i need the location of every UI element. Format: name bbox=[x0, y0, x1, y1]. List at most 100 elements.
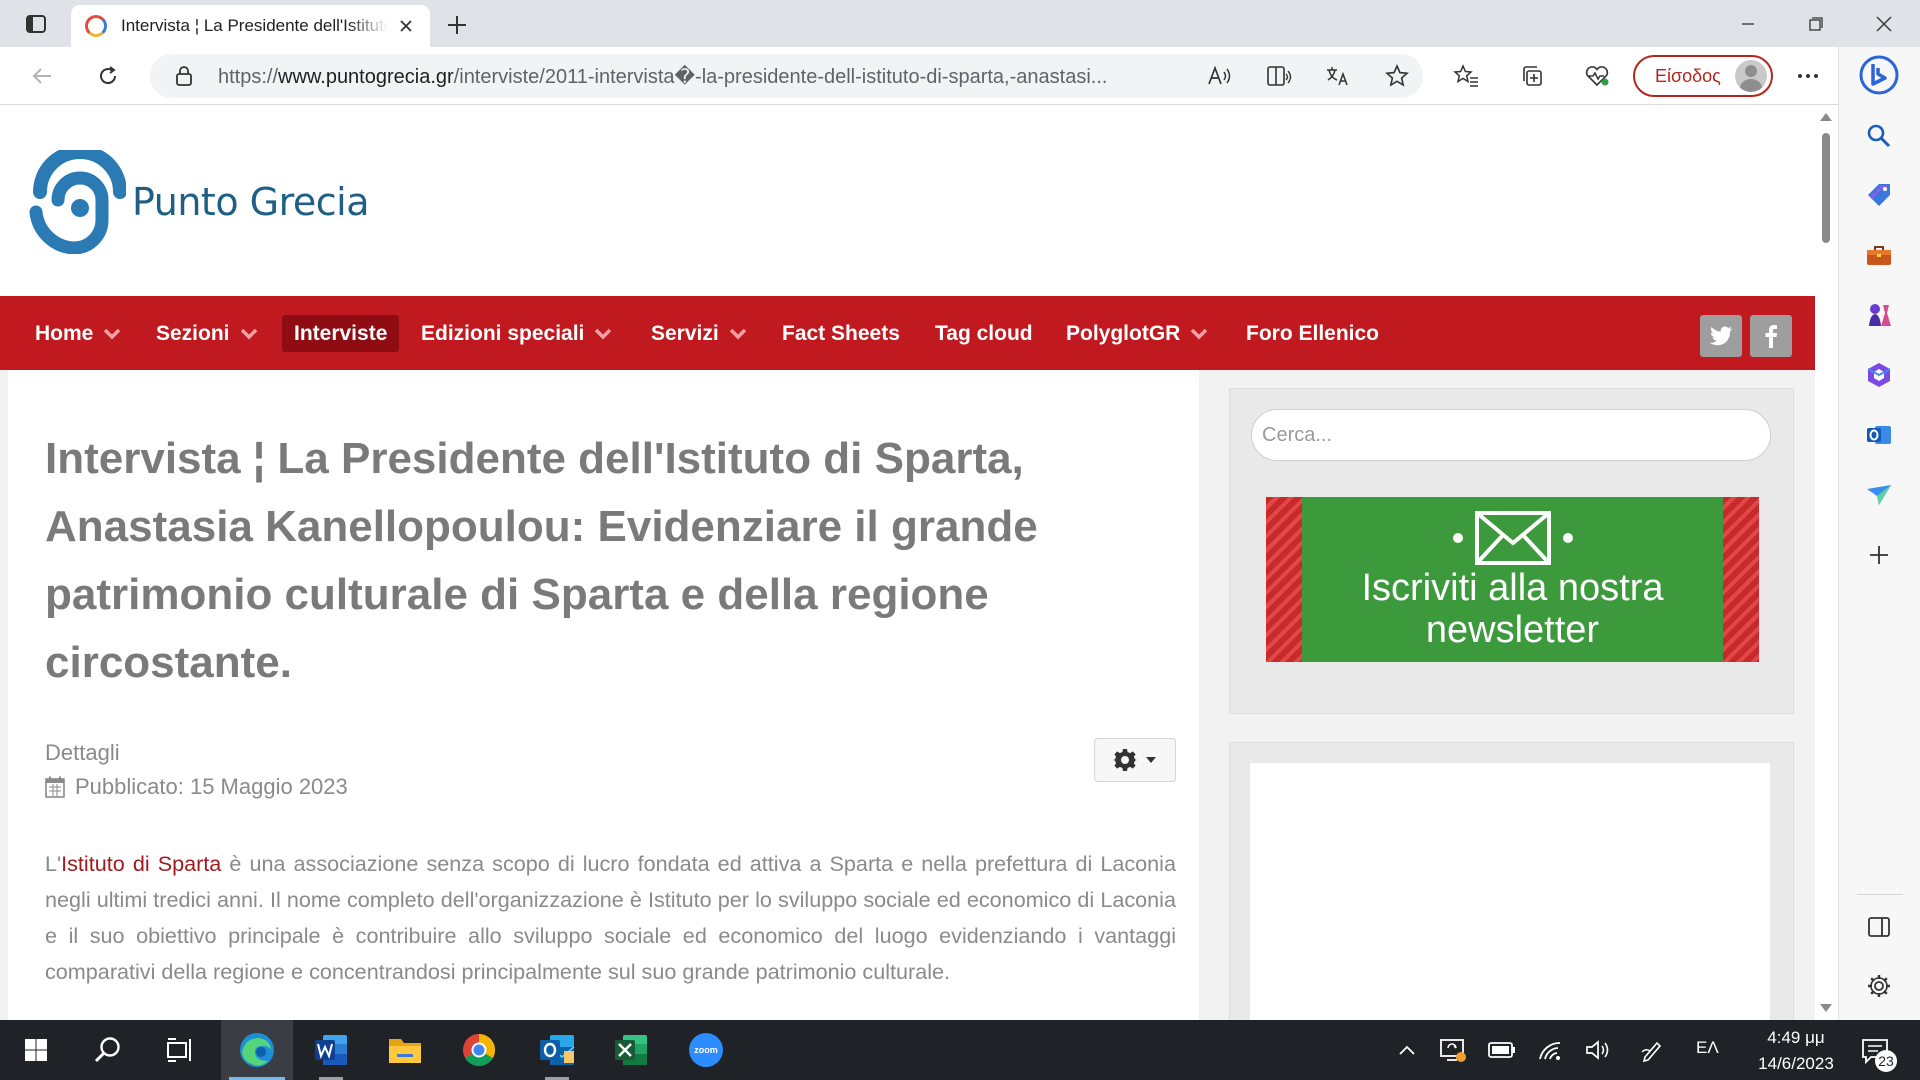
sidebar-tools-button[interactable] bbox=[1859, 235, 1899, 275]
sidebar-shopping-button[interactable] bbox=[1859, 175, 1899, 215]
scroll-up-arrow-icon[interactable] bbox=[1820, 113, 1832, 121]
nav-item-tag-cloud[interactable]: Tag cloud bbox=[923, 315, 1045, 352]
favorites-button[interactable] bbox=[1446, 56, 1486, 96]
twitter-button[interactable] bbox=[1700, 315, 1742, 357]
main-navigation: Home Sezioni Interviste Edizioni special… bbox=[0, 296, 1815, 370]
banner-stripe-left bbox=[1266, 497, 1302, 662]
restore-icon bbox=[1809, 16, 1823, 31]
back-button[interactable] bbox=[22, 56, 62, 96]
sidebar-drop-button[interactable] bbox=[1859, 475, 1899, 515]
site-logo-text: Punto Grecia bbox=[132, 180, 370, 224]
language-indicator[interactable]: ΕΛ bbox=[1696, 1038, 1719, 1058]
show-hidden-icons-button[interactable] bbox=[1392, 1035, 1422, 1065]
nav-item-label: Interviste bbox=[294, 321, 388, 345]
taskbar-chrome-app[interactable] bbox=[443, 1020, 515, 1080]
sidebar-add-button[interactable] bbox=[1859, 535, 1899, 575]
lock-icon[interactable] bbox=[172, 64, 196, 88]
tray-pen-icon[interactable] bbox=[1637, 1035, 1667, 1065]
nav-item-label: Home bbox=[35, 321, 94, 345]
windows-logo-icon bbox=[25, 1039, 47, 1061]
task-view-button[interactable] bbox=[144, 1020, 216, 1080]
nav-item-edizioni-speciali[interactable]: Edizioni speciali bbox=[409, 315, 624, 352]
nav-item-sezioni[interactable]: Sezioni bbox=[144, 315, 270, 352]
newsletter-banner[interactable]: Iscriviti alla nostra newsletter bbox=[1266, 497, 1759, 662]
tray-wifi-icon[interactable] bbox=[1536, 1035, 1566, 1065]
notification-center-button[interactable]: 23 bbox=[1855, 1032, 1897, 1072]
taskbar-outlook-app[interactable] bbox=[521, 1020, 593, 1080]
nav-item-interviste[interactable]: Interviste bbox=[282, 315, 400, 352]
taskbar-zoom-app[interactable]: zoom bbox=[670, 1020, 742, 1080]
translate-button[interactable] bbox=[1321, 59, 1355, 93]
tray-battery-icon[interactable] bbox=[1487, 1035, 1517, 1065]
plus-icon bbox=[1870, 546, 1888, 564]
tray-backup-icon[interactable] bbox=[1438, 1035, 1468, 1065]
nav-item-polyglotgr[interactable]: PolyglotGR bbox=[1054, 315, 1220, 352]
caret-down-icon bbox=[1146, 757, 1156, 763]
sidebar-games-button[interactable] bbox=[1859, 295, 1899, 335]
article-tools-dropdown[interactable] bbox=[1094, 738, 1176, 782]
istituto-di-sparta-link[interactable]: Istituto di Sparta bbox=[61, 851, 221, 876]
bing-icon bbox=[1859, 55, 1899, 95]
url-prefix: https:// bbox=[218, 65, 279, 88]
restore-button[interactable] bbox=[1782, 0, 1850, 47]
tab-bar: Intervista ¦ La Presidente dell'Istituto… bbox=[0, 0, 1920, 47]
close-window-button[interactable] bbox=[1850, 0, 1918, 47]
nav-item-servizi[interactable]: Servizi bbox=[639, 315, 759, 352]
settings-more-button[interactable] bbox=[1788, 56, 1828, 96]
newsletter-title-line2: newsletter bbox=[1425, 609, 1600, 651]
favorite-star-button[interactable] bbox=[1380, 59, 1414, 93]
sidebar-office-button[interactable] bbox=[1859, 355, 1899, 395]
new-tab-button[interactable] bbox=[440, 8, 474, 42]
taskbar-word-app[interactable] bbox=[295, 1020, 367, 1080]
sidebar-search-button[interactable] bbox=[1859, 116, 1899, 156]
facebook-button[interactable] bbox=[1750, 315, 1792, 357]
sidebar-split-view-button[interactable] bbox=[1859, 907, 1899, 947]
address-bar[interactable]: https://www.puntogrecia.gr/interviste/20… bbox=[150, 54, 1423, 98]
nav-item-foro-ellenico[interactable]: Foro Ellenico bbox=[1234, 315, 1391, 352]
nav-item-home[interactable]: Home bbox=[23, 315, 133, 352]
bing-chat-button[interactable] bbox=[1859, 55, 1899, 95]
toolbox-icon bbox=[1867, 246, 1891, 265]
scrollbar-thumb[interactable] bbox=[1822, 133, 1830, 243]
scroll-down-arrow-icon[interactable] bbox=[1820, 1004, 1832, 1012]
immersive-reader-button[interactable] bbox=[1262, 59, 1296, 93]
task-view-icon bbox=[167, 1038, 191, 1062]
sign-in-button[interactable]: Είσοδος bbox=[1633, 55, 1773, 97]
split-panel-icon bbox=[1868, 917, 1890, 937]
start-button[interactable] bbox=[0, 1020, 72, 1080]
refresh-button[interactable] bbox=[88, 56, 128, 96]
sidebar-settings-button[interactable] bbox=[1859, 966, 1899, 1006]
collections-button[interactable] bbox=[1512, 56, 1552, 96]
envelope-icon bbox=[1474, 511, 1551, 565]
sidebar-search-box: Iscriviti alla nostra newsletter bbox=[1229, 388, 1794, 714]
chrome-icon bbox=[463, 1034, 496, 1067]
chevron-up-icon bbox=[1399, 1045, 1415, 1055]
read-aloud-button[interactable] bbox=[1203, 59, 1237, 93]
sidebar-divider bbox=[1857, 894, 1903, 895]
browser-toolbar: https://www.puntogrecia.gr/interviste/20… bbox=[0, 47, 1920, 105]
profile-avatar-icon bbox=[1735, 60, 1767, 92]
sidebar-outlook-button[interactable] bbox=[1859, 415, 1899, 455]
tray-volume-icon[interactable] bbox=[1583, 1035, 1613, 1065]
envelope-group bbox=[1441, 511, 1585, 565]
taskbar-excel-app[interactable] bbox=[595, 1020, 667, 1080]
minimize-button[interactable] bbox=[1714, 0, 1782, 47]
site-logo[interactable]: Punto Grecia bbox=[22, 150, 370, 254]
taskbar-search-button[interactable] bbox=[72, 1020, 144, 1080]
tab-close-button[interactable] bbox=[394, 14, 418, 38]
tab-title: Intervista ¦ La Presidente dell'Istituto… bbox=[121, 16, 388, 35]
site-header: Punto Grecia bbox=[0, 106, 1815, 296]
search-input[interactable] bbox=[1251, 409, 1771, 461]
url-text[interactable]: https://www.puntogrecia.gr/interviste/20… bbox=[218, 64, 1178, 89]
taskbar-edge-app[interactable] bbox=[221, 1020, 293, 1080]
browser-tab-active[interactable]: Intervista ¦ La Presidente dell'Istituto… bbox=[71, 5, 430, 47]
gear-icon bbox=[1113, 749, 1137, 771]
banner-stripe-right bbox=[1723, 497, 1759, 662]
tab-actions-button[interactable] bbox=[14, 8, 58, 40]
taskbar-clock[interactable]: 4:49 μμ 14/6/2023 bbox=[1736, 1025, 1856, 1077]
taskbar-file-explorer[interactable] bbox=[369, 1020, 441, 1080]
browser-essentials-button[interactable] bbox=[1577, 56, 1617, 96]
page-scrollbar[interactable] bbox=[1815, 105, 1838, 1020]
twitter-icon bbox=[1709, 326, 1732, 346]
nav-item-fact-sheets[interactable]: Fact Sheets bbox=[770, 315, 912, 352]
